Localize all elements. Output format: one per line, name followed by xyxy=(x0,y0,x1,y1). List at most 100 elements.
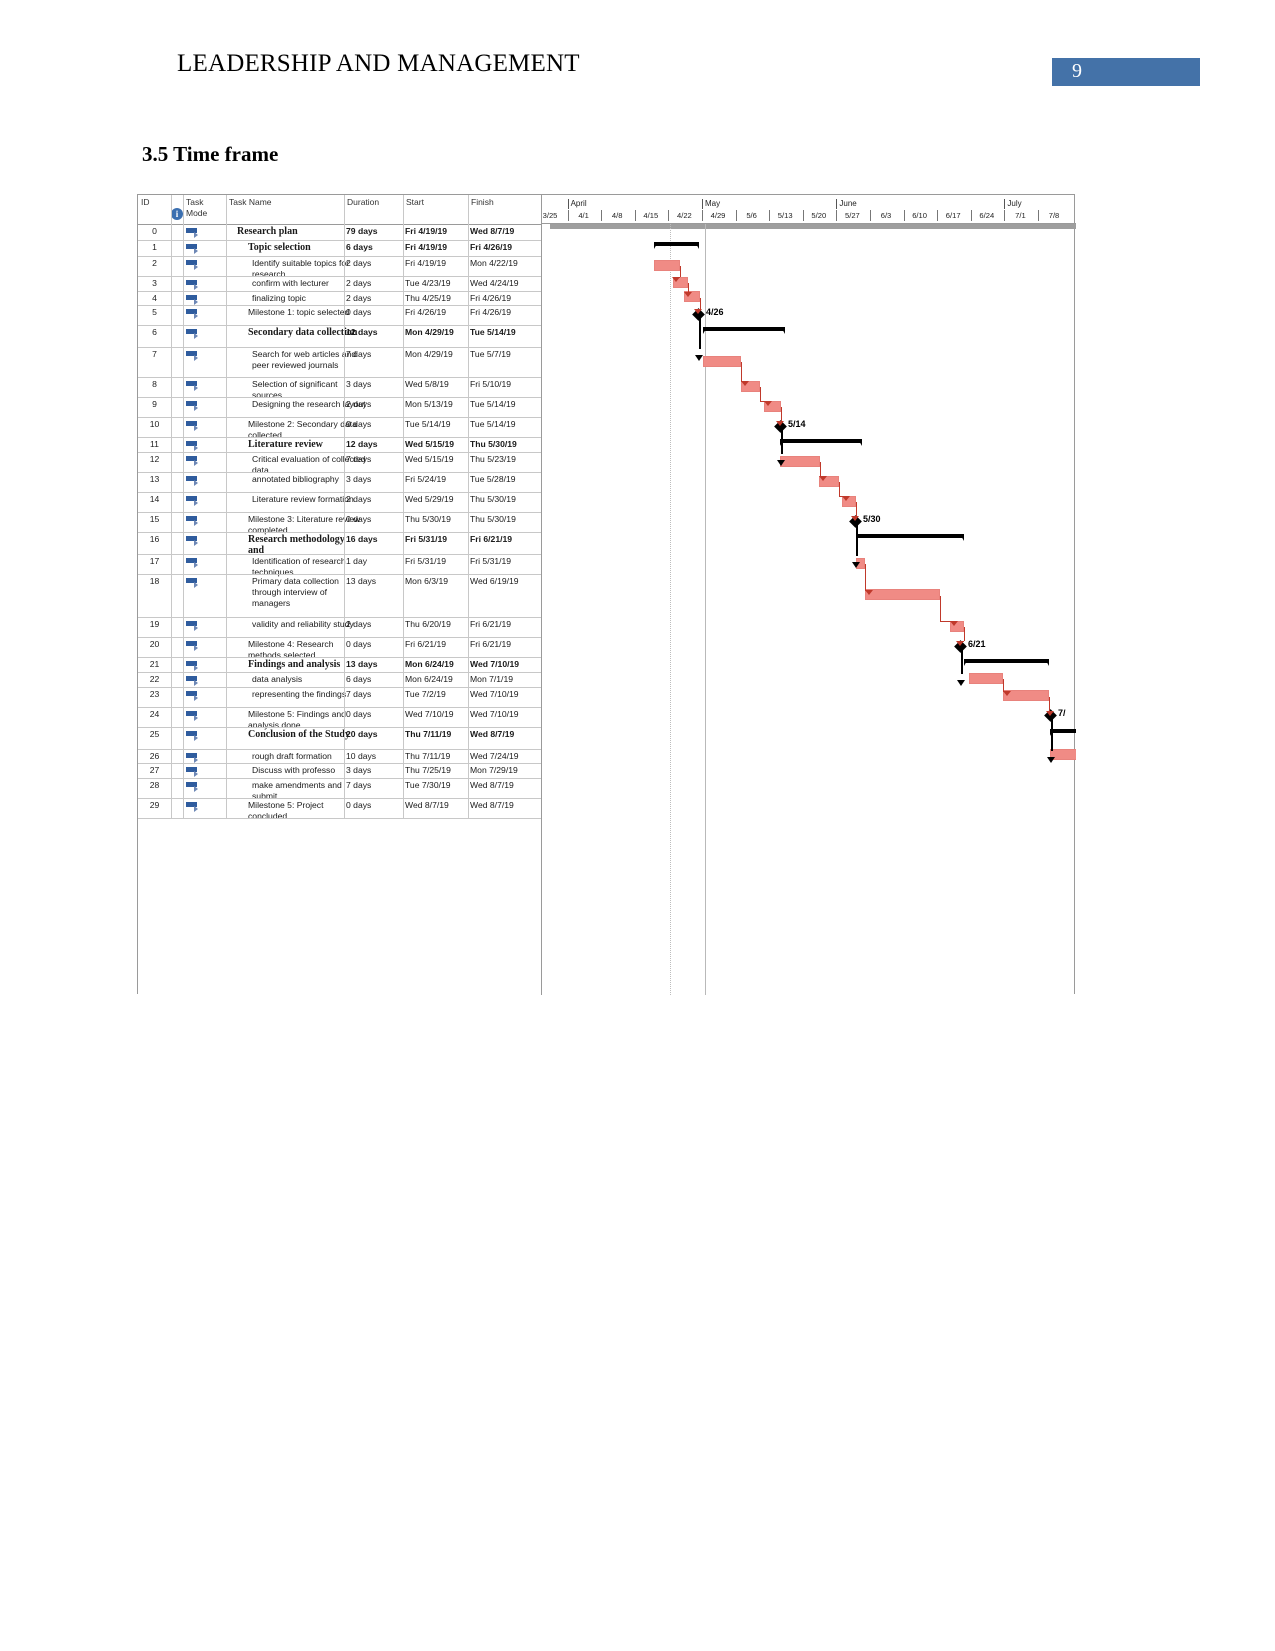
table-row[interactable]: 2 Identify suitable topics for research 2 … xyxy=(138,256,541,279)
gantt-summary-bar[interactable] xyxy=(964,659,1049,668)
column-divider-0 xyxy=(171,195,172,818)
task-mode-icon[interactable] xyxy=(186,730,200,741)
table-row[interactable]: 23 representing the findings 7 days Tue 7/2… xyxy=(138,687,541,707)
table-row[interactable]: 5 Milestone 1: topic selected 0 days Fri 4/… xyxy=(138,305,541,325)
row-id: 11 xyxy=(150,439,159,449)
task-mode-icon[interactable] xyxy=(186,456,200,466)
task-mode-icon[interactable] xyxy=(186,381,200,391)
task-mode-icon[interactable] xyxy=(186,558,200,568)
gantt-task-bar[interactable] xyxy=(969,672,1003,684)
row-id: 27 xyxy=(149,765,160,775)
task-mode-icon[interactable] xyxy=(186,578,200,588)
start-cell: Mon 6/24/19 xyxy=(405,674,453,684)
start-cell: Fri 4/26/19 xyxy=(405,307,447,317)
timeline-week-tick xyxy=(668,210,670,221)
gantt-summary-bar[interactable] xyxy=(1050,728,1076,738)
task-mode-icon[interactable] xyxy=(186,441,200,451)
finish-cell: Wed 7/10/19 xyxy=(470,659,520,669)
task-mode-icon[interactable] xyxy=(186,421,200,431)
task-mode-icon[interactable] xyxy=(186,752,200,763)
task-mode-icon[interactable] xyxy=(186,661,200,671)
row-id: 28 xyxy=(149,779,160,790)
table-row[interactable]: 19 validity and reliability study 2 days Th… xyxy=(138,617,541,637)
table-row[interactable]: 0 Research plan 79 days Fri 4/19/19 Wed 8/7/… xyxy=(138,224,541,240)
task-mode-icon[interactable] xyxy=(186,621,200,631)
task-mode-icon[interactable] xyxy=(186,676,200,686)
finish-cell: Wed 8/7/19 xyxy=(470,799,514,810)
task-mode-icon[interactable] xyxy=(186,329,200,339)
summary-link-arrow xyxy=(695,355,703,361)
summary-link xyxy=(699,315,701,349)
project-summary-band xyxy=(550,224,1076,229)
timeline-header: 3/25 4/1 4/8 4/15 4/22 4/29 5/6 5/13 5/20 5/27 6/3… xyxy=(542,195,1076,224)
table-row[interactable]: 12 Critical evaluation of collected data 7… xyxy=(138,452,541,475)
dependency-link xyxy=(741,362,742,381)
table-row[interactable]: 6 Secondary data collection 12 days Mon 4/2… xyxy=(138,325,541,347)
gantt-summary-bar[interactable] xyxy=(703,327,785,336)
task-mode-icon[interactable] xyxy=(186,294,200,305)
table-row[interactable]: 24 Milestone 5: Findings and analysis don… xyxy=(138,707,541,730)
table-row[interactable]: 20 Milestone 4: Research methods selected… xyxy=(138,637,541,660)
task-mode-icon[interactable] xyxy=(186,309,200,319)
column-header-task-mode-line2: Mode xyxy=(186,208,208,218)
dependency-arrow xyxy=(956,641,964,646)
gantt-summary-bar[interactable] xyxy=(780,439,862,448)
task-mode-icon[interactable] xyxy=(186,401,200,411)
task-mode-icon[interactable] xyxy=(186,280,200,290)
table-row[interactable]: 26 rough draft formation 10 days Thu 7/11/1… xyxy=(138,749,541,764)
table-row[interactable]: 17 Identification of research techniques 1… xyxy=(138,554,541,577)
gantt-task-bar[interactable] xyxy=(703,355,741,367)
dependency-arrow xyxy=(684,291,692,297)
table-row[interactable]: 18 Primary data collection through interv… xyxy=(138,574,541,617)
task-mode-icon[interactable] xyxy=(186,476,200,486)
gantt-summary-bar[interactable] xyxy=(856,534,964,543)
table-row[interactable]: 9 Designing the research layout 2 days Mon … xyxy=(138,397,541,417)
table-row[interactable]: 16 Research methodology and 16 days Fri 5/3… xyxy=(138,532,541,556)
task-mode-icon[interactable] xyxy=(186,351,200,361)
table-row[interactable]: 14 Literature review formation 2 days Wed 5… xyxy=(138,492,541,512)
table-row[interactable]: 13 annotated bibliography 3 days Fri 5/24/1… xyxy=(138,472,541,492)
start-cell: Fri 5/31/19 xyxy=(405,556,447,566)
table-row[interactable]: 29 Milestone 5: Project concluded 0 days We… xyxy=(138,798,541,821)
task-mode-icon[interactable] xyxy=(186,496,200,506)
table-row[interactable]: 21 Findings and analysis 13 days Mon 6/24/1… xyxy=(138,657,541,672)
table-row[interactable]: 4 finalizing topic 2 days Thu 4/25/19 Fri 4/… xyxy=(138,291,541,306)
task-mode-icon[interactable] xyxy=(186,243,200,254)
task-mode-icon[interactable] xyxy=(186,641,200,651)
finish-cell: Thu 5/30/19 xyxy=(470,439,517,449)
table-row[interactable]: 25 Conclusion of the Study 20 days Thu 7/11… xyxy=(138,727,541,749)
table-row[interactable]: 1 Topic selection 6 days Fri 4/19/19 Fri 4/2… xyxy=(138,240,541,257)
gantt-task-bar[interactable] xyxy=(865,589,940,600)
gantt-summary-bar[interactable] xyxy=(654,241,699,251)
gantt-task-bar[interactable] xyxy=(654,259,680,271)
table-row[interactable]: 15 Milestone 3: Literature review complet… xyxy=(138,512,541,535)
row-id: 24 xyxy=(149,708,160,719)
task-mode-icon[interactable] xyxy=(186,710,200,721)
task-mode-icon[interactable] xyxy=(186,801,200,812)
dependency-link xyxy=(680,266,681,278)
task-mode-icon[interactable] xyxy=(186,690,200,701)
task-mode-icon[interactable] xyxy=(186,536,200,546)
dependency-arrow xyxy=(694,309,702,314)
task-mode-icon[interactable] xyxy=(186,228,200,238)
table-row[interactable]: 11 Literature review 12 days Wed 5/15/19 Thu… xyxy=(138,437,541,452)
gantt-task-bar[interactable] xyxy=(780,455,820,467)
table-row[interactable]: 27 Discuss with professo 3 days Thu 7/25/19… xyxy=(138,763,541,778)
table-row[interactable]: 28 make amendments and submit 7 days Tue 7/… xyxy=(138,778,541,801)
task-mode-icon[interactable] xyxy=(186,767,200,777)
table-row[interactable]: 8 Selection of significant sources 3 days W… xyxy=(138,377,541,400)
task-mode-icon[interactable] xyxy=(186,516,200,526)
finish-cell: Wed 6/19/19 xyxy=(470,576,519,586)
table-row[interactable]: 3 confirm with lecturer 2 days Tue 4/23/19 W… xyxy=(138,276,541,291)
timeline-week-label: 7/1 xyxy=(1015,211,1026,220)
finish-cell: Tue 5/28/19 xyxy=(470,474,516,484)
timeline-week-label: 4/22 xyxy=(677,211,692,220)
timeline-week-label: 4/8 xyxy=(611,211,623,220)
duration-cell: 10 days xyxy=(346,750,377,761)
task-mode-icon[interactable] xyxy=(186,260,200,270)
table-row[interactable]: 22 data analysis 6 days Mon 6/24/19 Mon 7/1/… xyxy=(138,672,541,687)
row-id: 7 xyxy=(152,349,157,359)
table-row[interactable]: 7 Search for web articles and peer review… xyxy=(138,347,541,377)
task-mode-icon[interactable] xyxy=(186,781,200,792)
table-row[interactable]: 10 Milestone 2: Secondary data collected 0… xyxy=(138,417,541,440)
